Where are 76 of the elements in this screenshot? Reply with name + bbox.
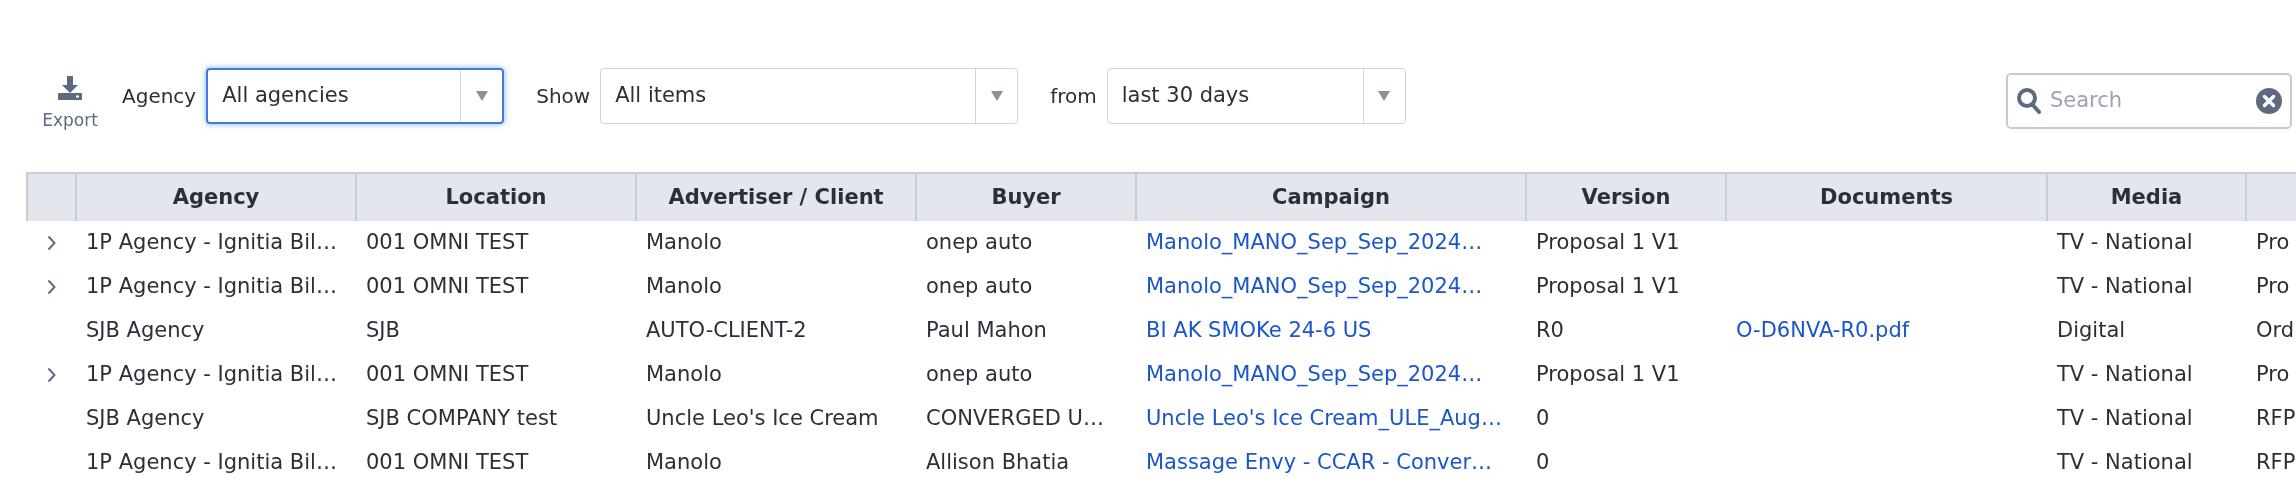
table-cell: AUTO-CLIENT-2 (646, 318, 807, 343)
campaign-link[interactable]: Manolo_MANO_Sep_Sep_2024… (1146, 230, 1483, 255)
dropdown-select[interactable]: All agencies (206, 68, 505, 124)
table-cell: SJB (366, 318, 400, 343)
table-cell: 001 OMNI TEST (366, 230, 529, 255)
download-icon (58, 76, 82, 100)
table-cell: Manolo (646, 362, 722, 387)
table-cell: Pro (2256, 274, 2290, 299)
table-cell: 1P Agency - Ignitia Bil… (86, 274, 337, 299)
search-field[interactable]: Search (2006, 73, 2292, 129)
filter-label: from (1050, 83, 1097, 110)
table-cell: 0 (1536, 406, 1550, 431)
table-cell: R0 (1536, 318, 1564, 343)
table-cell: Proposal 1 V1 (1536, 274, 1680, 299)
column-header[interactable]: Media (2047, 173, 2246, 221)
table-cell: onep auto (926, 230, 1033, 255)
table-cell: 0 (1536, 450, 1550, 475)
table-cell: Manolo (646, 230, 722, 255)
table-cell: onep auto (926, 362, 1033, 387)
table-cell: 1P Agency - Ignitia Bil… (86, 362, 337, 387)
table-cell: Digital (2057, 318, 2126, 343)
table-cell: Allison Bhatia (926, 450, 1070, 475)
campaign-link[interactable]: Manolo_MANO_Sep_Sep_2024… (1146, 362, 1483, 387)
chevron-right-icon[interactable] (46, 235, 57, 252)
column-header[interactable]: Advertiser / Client (636, 173, 916, 221)
table-cell: TV - National (2057, 274, 2193, 299)
table-cell: TV - National (2057, 362, 2193, 387)
column-header (2246, 173, 2296, 221)
table-cell: Uncle Leo's Ice Cream (646, 406, 879, 431)
column-header[interactable]: Location (356, 173, 636, 221)
table-cell: SJB Agency (86, 318, 205, 343)
table-cell: RFP (2256, 406, 2296, 431)
column-header[interactable]: Documents (1726, 173, 2047, 221)
table-cell: SJB Agency (86, 406, 205, 431)
table-cell: 1P Agency - Ignitia Bil… (86, 230, 337, 255)
chevron-right-icon[interactable] (46, 367, 57, 384)
document-link[interactable]: O-D6NVA-R0.pdf (1736, 318, 1910, 343)
column-header (27, 173, 76, 221)
column-header[interactable]: Campaign (1136, 173, 1526, 221)
campaign-link[interactable]: BI AK SMOKe 24-6 US (1146, 318, 1372, 343)
table-cell: Proposal 1 V1 (1536, 362, 1680, 387)
filter-label: Agency (122, 83, 197, 110)
table-cell: Paul Mahon (926, 318, 1047, 343)
campaign-link[interactable]: Manolo_MANO_Sep_Sep_2024… (1146, 274, 1483, 299)
table-cell: 001 OMNI TEST (366, 362, 529, 387)
table-cell: CONVERGED U… (926, 406, 1104, 431)
table-cell: TV - National (2057, 450, 2193, 475)
table-cell: Pro (2256, 362, 2290, 387)
dropdown-select[interactable]: last 30 days (1106, 68, 1406, 124)
table-cell: TV - National (2057, 230, 2193, 255)
table-cell: onep auto (926, 274, 1033, 299)
campaign-link[interactable]: Uncle Leo's Ice Cream_ULE_Aug… (1146, 406, 1502, 431)
table-cell: RFP (2256, 450, 2296, 475)
caret-icon (990, 91, 1003, 101)
table-cell: 1P Agency - Ignitia Bil… (86, 450, 337, 475)
table-cell: Proposal 1 V1 (1536, 230, 1680, 255)
chevron-right-icon[interactable] (46, 279, 57, 296)
caret-icon (475, 91, 488, 101)
export-button[interactable]: Export (40, 76, 100, 134)
table-cell: TV - National (2057, 406, 2193, 431)
clear-icon (2256, 88, 2282, 114)
table-cell: 001 OMNI TEST (366, 274, 529, 299)
table-cell: Pro (2256, 230, 2290, 255)
table-cell: 001 OMNI TEST (366, 450, 529, 475)
table-cell: Manolo (646, 450, 722, 475)
column-header[interactable]: Agency (76, 173, 356, 221)
column-header[interactable]: Buyer (916, 173, 1136, 221)
filter-label: Show (536, 83, 591, 110)
search-icon (2016, 87, 2042, 115)
campaign-link[interactable]: Massage Envy - CCAR - Conver… (1146, 450, 1493, 475)
caret-icon (1378, 91, 1391, 101)
table-cell: Manolo (646, 274, 722, 299)
table-cell: SJB COMPANY test (366, 406, 558, 431)
table-cell: Ord (2256, 318, 2295, 343)
column-header[interactable]: Version (1526, 173, 1726, 221)
dropdown-select[interactable]: All items (600, 68, 1019, 124)
